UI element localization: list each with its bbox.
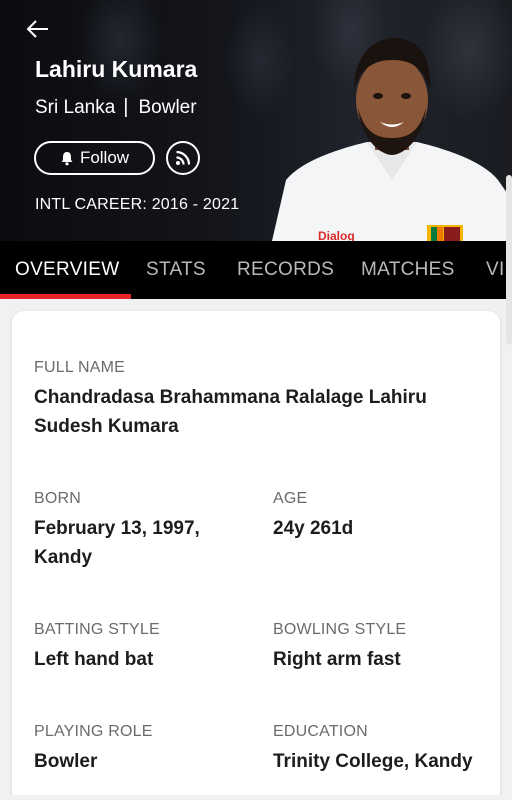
rss-icon (176, 150, 191, 165)
active-tab-indicator (0, 294, 131, 299)
education-value[interactable]: Trinity College, Kandy (273, 747, 473, 776)
tab-overview[interactable]: OVERVIEW (15, 259, 119, 281)
born-label: BORN (34, 490, 82, 507)
follow-button[interactable]: Follow (34, 141, 155, 175)
batting-style-label: BATTING STYLE (34, 621, 160, 638)
rss-feed-button[interactable] (166, 141, 200, 175)
bowling-style-value: Right arm fast (273, 649, 401, 670)
full-name-value: Chandradasa Brahammana Ralalage Lahiru S… (34, 387, 427, 437)
svg-text:Dialog: Dialog (318, 229, 355, 241)
tab-records[interactable]: RECORDS (237, 259, 334, 281)
bell-icon (61, 151, 73, 165)
player-header: Lahiru Kumara Sri Lanka | Bowler Follow … (0, 0, 512, 241)
playing-role-value: Bowler (34, 751, 98, 772)
full-name-label: FULL NAME (34, 359, 126, 376)
player-meta: Sri Lanka | Bowler (35, 96, 197, 119)
player-role: Bowler (138, 96, 197, 118)
follow-label: Follow (79, 148, 130, 167)
tab-matches[interactable]: MATCHES (361, 259, 455, 281)
playing-role-label: PLAYING ROLE (34, 723, 153, 740)
age-value: 24y 261d (273, 518, 354, 539)
profile-overview-card: FULL NAME Chandradasa Brahammana Ralalag… (12, 311, 500, 800)
player-photo: Dialog (272, 38, 512, 241)
born-value: February 13, 1997, Kandy (34, 518, 200, 568)
player-name: Lahiru Kumara (35, 56, 198, 82)
education-label: EDUCATION (273, 723, 368, 740)
bowling-style-label: BOWLING STYLE (273, 621, 407, 638)
tab-stats[interactable]: STATS (146, 259, 206, 281)
intl-career-span: INTL CAREER: 2016 - 2021 (35, 196, 240, 213)
meta-separator: | (123, 96, 129, 118)
back-arrow-icon[interactable] (22, 14, 52, 44)
bottom-edge (0, 795, 512, 800)
age-label: AGE (273, 490, 308, 507)
batting-style-value: Left hand bat (34, 649, 154, 670)
profile-tabs: OVERVIEW STATS RECORDS MATCHES VIDEOS (0, 241, 512, 299)
player-country[interactable]: Sri Lanka (35, 97, 115, 119)
scroll-indicator (506, 175, 512, 345)
